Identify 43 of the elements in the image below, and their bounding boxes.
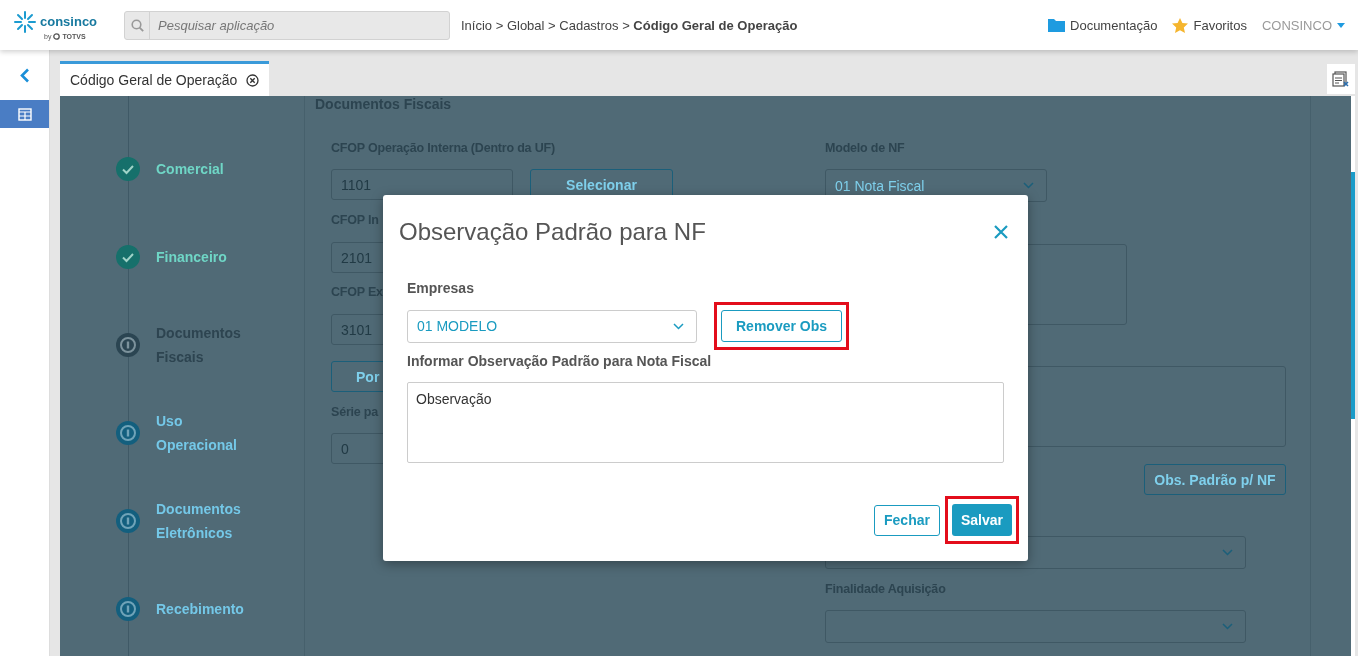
search-field[interactable]: Pesquisar aplicação xyxy=(124,10,450,40)
chevron-down-icon xyxy=(1222,623,1233,630)
remove-button[interactable]: Remover Obs xyxy=(721,310,843,342)
company-select[interactable]: 01 MODELO xyxy=(407,309,697,343)
search-icon xyxy=(130,18,144,32)
tab-label: Código Geral de Operação xyxy=(70,72,238,88)
chevron-down-icon xyxy=(673,322,684,330)
header-link[interactable]: Favoritos xyxy=(1193,17,1247,33)
logo-icon xyxy=(14,10,36,33)
observation-button[interactable]: Obs. Padrão p/ NF xyxy=(1144,464,1286,495)
field-label: Empresas xyxy=(407,279,475,297)
user-menu[interactable]: CONSINCO xyxy=(1261,17,1332,33)
chevron-down-icon xyxy=(1023,182,1034,189)
close-button[interactable] xyxy=(994,225,1008,239)
header-link[interactable]: Documentação xyxy=(1070,17,1158,33)
dialog-title: Observação Padrão para NF xyxy=(399,218,706,246)
calendar-icon xyxy=(17,107,32,121)
observation-field[interactable]: Observação xyxy=(407,382,1004,463)
step-label[interactable]: Documentos Eletrônicos xyxy=(156,497,256,545)
search-input[interactable]: Pesquisar aplicação xyxy=(150,16,449,34)
save-button[interactable]: Salvar xyxy=(951,504,1012,536)
caret-icon xyxy=(1337,22,1345,28)
logo-text: consinco xyxy=(40,14,98,29)
step-label[interactable]: Recebimento xyxy=(156,597,244,621)
tab[interactable]: Código Geral de Operação xyxy=(60,61,270,96)
step-label[interactable]: Financeiro xyxy=(156,245,227,269)
step-label[interactable]: Comercial xyxy=(156,157,224,181)
field-label: Informar Observação Padrão para Nota Fiscal xyxy=(407,352,713,370)
folder-icon xyxy=(1048,18,1065,32)
close-icon xyxy=(994,225,1008,239)
toolbar-button[interactable] xyxy=(1327,64,1355,94)
step-label[interactable]: Uso Operacional xyxy=(156,409,256,457)
chevron-down-icon xyxy=(1222,549,1233,556)
menu-item[interactable] xyxy=(0,100,49,128)
dialog-button[interactable]: Fechar xyxy=(874,504,940,536)
scrollbar[interactable] xyxy=(1351,172,1355,419)
close-icon[interactable] xyxy=(246,73,260,87)
chevron-left-icon xyxy=(19,67,30,83)
select-field[interactable] xyxy=(825,610,1246,643)
brand-icon xyxy=(53,32,61,40)
star-icon xyxy=(1172,17,1189,33)
document-icon xyxy=(1332,70,1350,88)
breadcrumb: Início > Global > Cadastros > Código Geral de Operação xyxy=(461,17,798,33)
